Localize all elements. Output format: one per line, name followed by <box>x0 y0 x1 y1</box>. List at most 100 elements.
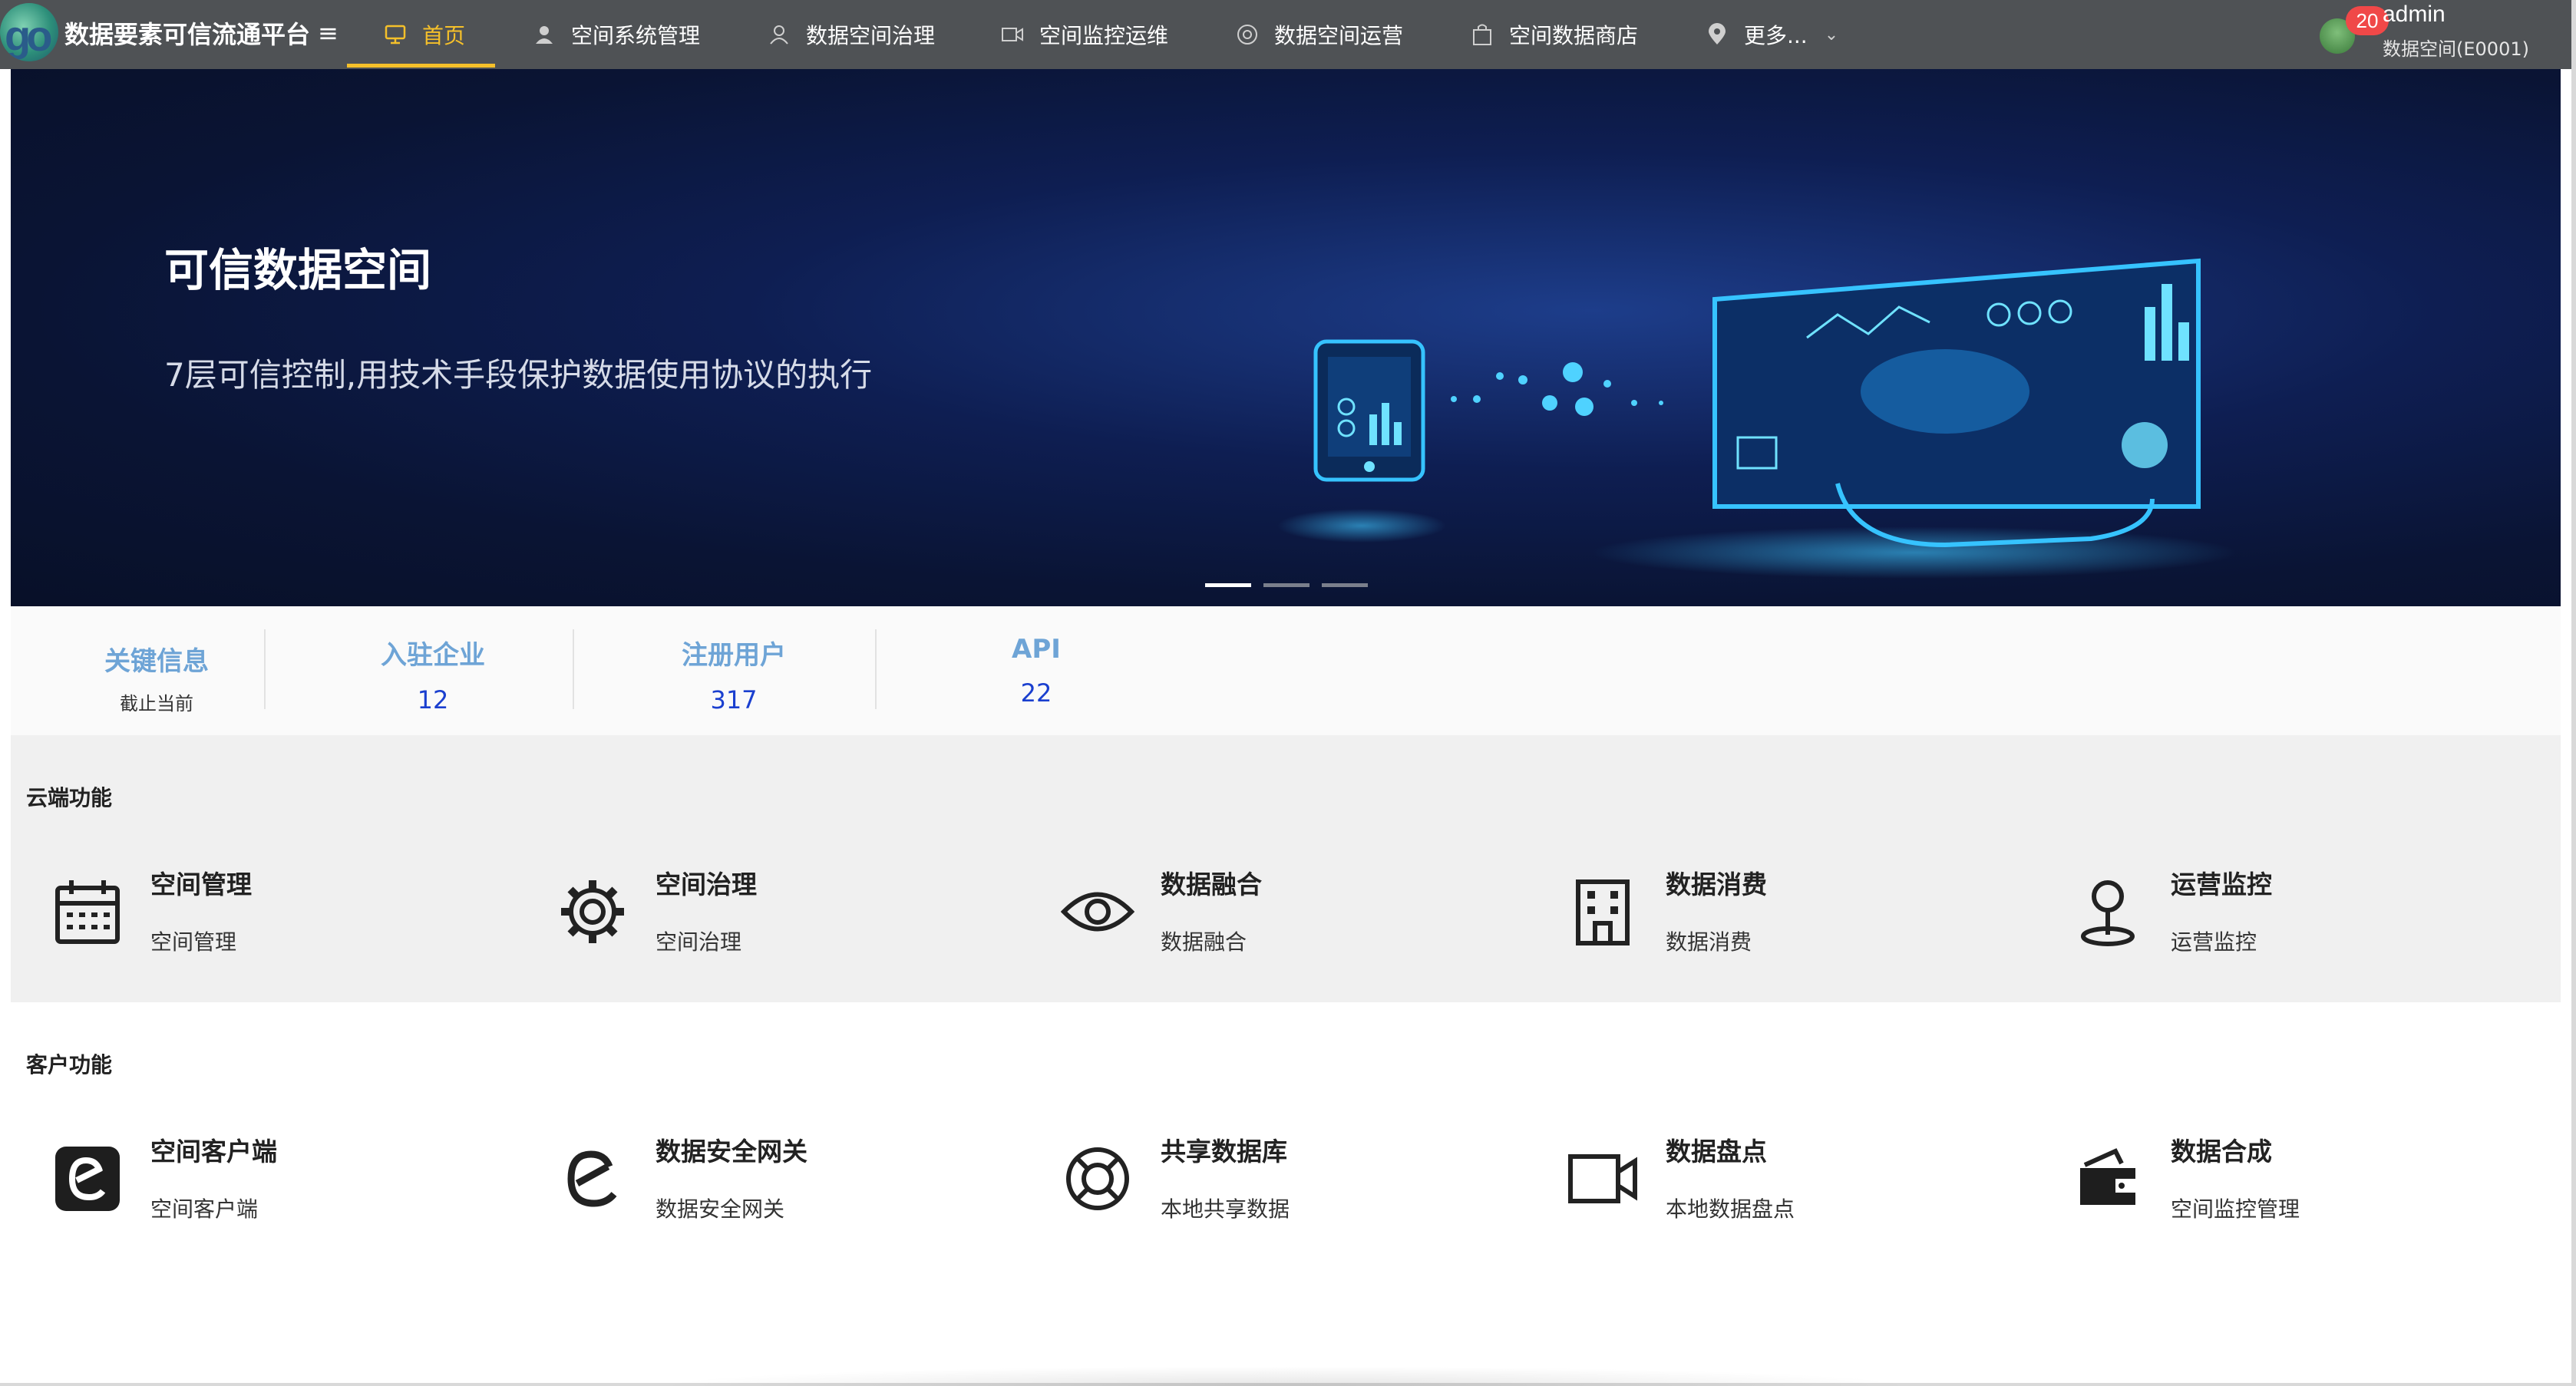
nav-label: 空间系统管理 <box>571 23 701 48</box>
nav-space-monitor-ops[interactable]: 空间监控运维 <box>1001 0 1168 69</box>
top-navbar: go 数据要素可信流通平台 ≡ 首页 空间系统管理 数据空间治理 空间监控运维 … <box>0 0 2571 69</box>
gear-icon <box>556 875 629 949</box>
video-camera-icon <box>1566 1142 1640 1216</box>
video-icon <box>1001 23 1024 46</box>
building-icon <box>1566 875 1640 949</box>
nav-space-data-store[interactable]: 空间数据商店 <box>1471 0 1638 69</box>
stat-api: API 22 <box>944 634 1128 708</box>
banner-subtitle: 7层可信控制,用技术手段保护数据使用协议的执行 <box>164 356 873 394</box>
func-desc: 数据消费 <box>1666 929 1752 955</box>
section-title: 云端功能 <box>26 785 113 810</box>
func-shared-database[interactable]: 共享数据库 本地共享数据 <box>1038 1131 1498 1231</box>
func-space-client[interactable]: 空间客户端 空间客户端 <box>28 1131 488 1231</box>
func-title: 数据融合 <box>1161 870 1262 899</box>
func-data-synthesis[interactable]: 数据合成 空间监控管理 <box>2048 1131 2508 1231</box>
user-name[interactable]: admin <box>2383 2 2446 28</box>
carousel-dot[interactable] <box>1322 583 1368 587</box>
func-data-fusion[interactable]: 数据融合 数据融合 <box>1038 864 1498 964</box>
func-title: 运营监控 <box>2171 870 2272 899</box>
cloud-functions-section: 云端功能 空间管理 空间管理 空间治理 空间治理 数据融合 数据融合 数据消费 … <box>11 735 2561 1002</box>
platform-title[interactable]: 数据要素可信流通平台 <box>64 15 310 51</box>
carousel-indicators <box>1205 583 1368 587</box>
func-title: 空间治理 <box>656 870 757 899</box>
carousel-dot[interactable] <box>1205 583 1251 587</box>
map-pin-icon <box>2071 875 2145 949</box>
user-space: 数据空间(E0001) <box>2383 38 2529 60</box>
func-title: 数据安全网关 <box>656 1137 807 1167</box>
location-icon <box>1706 23 1729 46</box>
e-icon <box>556 1142 629 1216</box>
user-outline-icon <box>768 23 791 46</box>
func-data-security-gateway[interactable]: 数据安全网关 数据安全网关 <box>533 1131 993 1231</box>
section-title: 客户功能 <box>26 1052 113 1077</box>
nav-label: 空间监控运维 <box>1039 23 1169 48</box>
func-data-consumption[interactable]: 数据消费 数据消费 <box>1543 864 2003 964</box>
hero-banner[interactable]: 可信数据空间 7层可信控制,用技术手段保护数据使用协议的执行 <box>11 69 2561 606</box>
banner-illustration <box>1277 258 2237 579</box>
e-square-icon <box>51 1142 124 1216</box>
func-desc: 数据安全网关 <box>656 1196 785 1222</box>
stat-label: 注册用户 <box>682 640 786 671</box>
divider <box>264 629 266 709</box>
nav-home-label: 首页 <box>422 23 466 48</box>
stat-users: 注册用户 317 <box>642 634 826 714</box>
key-info-heading: 关键信息 截止当前 <box>88 640 226 715</box>
key-info-sub: 截止当前 <box>120 693 193 714</box>
stat-value: 22 <box>1020 678 1052 708</box>
bag-icon <box>1471 23 1494 46</box>
func-desc: 空间管理 <box>150 929 237 955</box>
nav-label: 空间数据商店 <box>1509 23 1639 48</box>
func-desc: 运营监控 <box>2171 929 2257 955</box>
menu-toggle-icon[interactable]: ≡ <box>318 18 339 48</box>
platform-logo[interactable]: go <box>0 3 58 61</box>
settings-circle-icon <box>1236 23 1259 46</box>
func-desc: 数据融合 <box>1161 929 1247 955</box>
nav-data-space-governance[interactable]: 数据空间治理 <box>768 0 935 69</box>
stat-enterprises: 入驻企业 12 <box>341 634 525 714</box>
chevron-down-icon: ⌄ <box>1824 25 1839 45</box>
func-operation-monitor[interactable]: 运营监控 运营监控 <box>2048 864 2508 964</box>
nav-more[interactable]: 更多... ⌄ <box>1706 0 1838 69</box>
nav-label: 数据空间运营 <box>1274 23 1404 48</box>
stat-value: 12 <box>417 685 449 714</box>
func-title: 空间客户端 <box>150 1137 277 1167</box>
nav-home[interactable]: 首页 <box>384 0 465 69</box>
eye-icon <box>1061 875 1134 949</box>
func-title: 数据合成 <box>2171 1137 2272 1167</box>
nav-data-space-operation[interactable]: 数据空间运营 <box>1236 0 1403 69</box>
stat-value: 317 <box>710 685 758 714</box>
person-icon <box>533 23 556 46</box>
func-data-inventory[interactable]: 数据盘点 本地数据盘点 <box>1543 1131 2003 1231</box>
func-space-management[interactable]: 空间管理 空间管理 <box>28 864 488 964</box>
stat-label: 入驻企业 <box>381 640 485 671</box>
calendar-icon <box>51 875 124 949</box>
func-title: 数据消费 <box>1666 870 1767 899</box>
lifebuoy-icon <box>1061 1142 1134 1216</box>
nav-label: 更多... <box>1744 23 1808 48</box>
banner-title: 可信数据空间 <box>164 244 432 296</box>
func-title: 空间管理 <box>150 870 252 899</box>
divider <box>875 629 877 709</box>
func-desc: 空间监控管理 <box>2171 1196 2300 1222</box>
wallet-icon <box>2071 1142 2145 1216</box>
nav-active-indicator <box>347 64 495 68</box>
func-title: 共享数据库 <box>1161 1137 1287 1167</box>
func-desc: 空间治理 <box>656 929 742 955</box>
carousel-dot[interactable] <box>1263 583 1309 587</box>
func-space-governance[interactable]: 空间治理 空间治理 <box>533 864 993 964</box>
key-info-label: 关键信息 <box>104 646 209 677</box>
func-title: 数据盘点 <box>1666 1137 1767 1167</box>
client-functions-section: 客户功能 空间客户端 空间客户端 数据安全网关 数据安全网关 共享数据库 本地共… <box>11 1002 2561 1269</box>
bottom-shadow <box>652 1366 1919 1386</box>
monitor-icon <box>384 23 407 46</box>
func-desc: 空间客户端 <box>150 1196 259 1222</box>
logo-text: go <box>5 12 52 60</box>
func-desc: 本地共享数据 <box>1161 1196 1290 1222</box>
stat-label: API <box>1012 634 1061 665</box>
divider <box>573 629 574 709</box>
key-info-bar: 关键信息 截止当前 入驻企业 12 注册用户 317 API 22 <box>11 606 2561 735</box>
page: go 数据要素可信流通平台 ≡ 首页 空间系统管理 数据空间治理 空间监控运维 … <box>0 0 2576 1386</box>
func-desc: 本地数据盘点 <box>1666 1196 1795 1222</box>
nav-space-system-management[interactable]: 空间系统管理 <box>533 0 700 69</box>
nav-label: 数据空间治理 <box>806 23 936 48</box>
